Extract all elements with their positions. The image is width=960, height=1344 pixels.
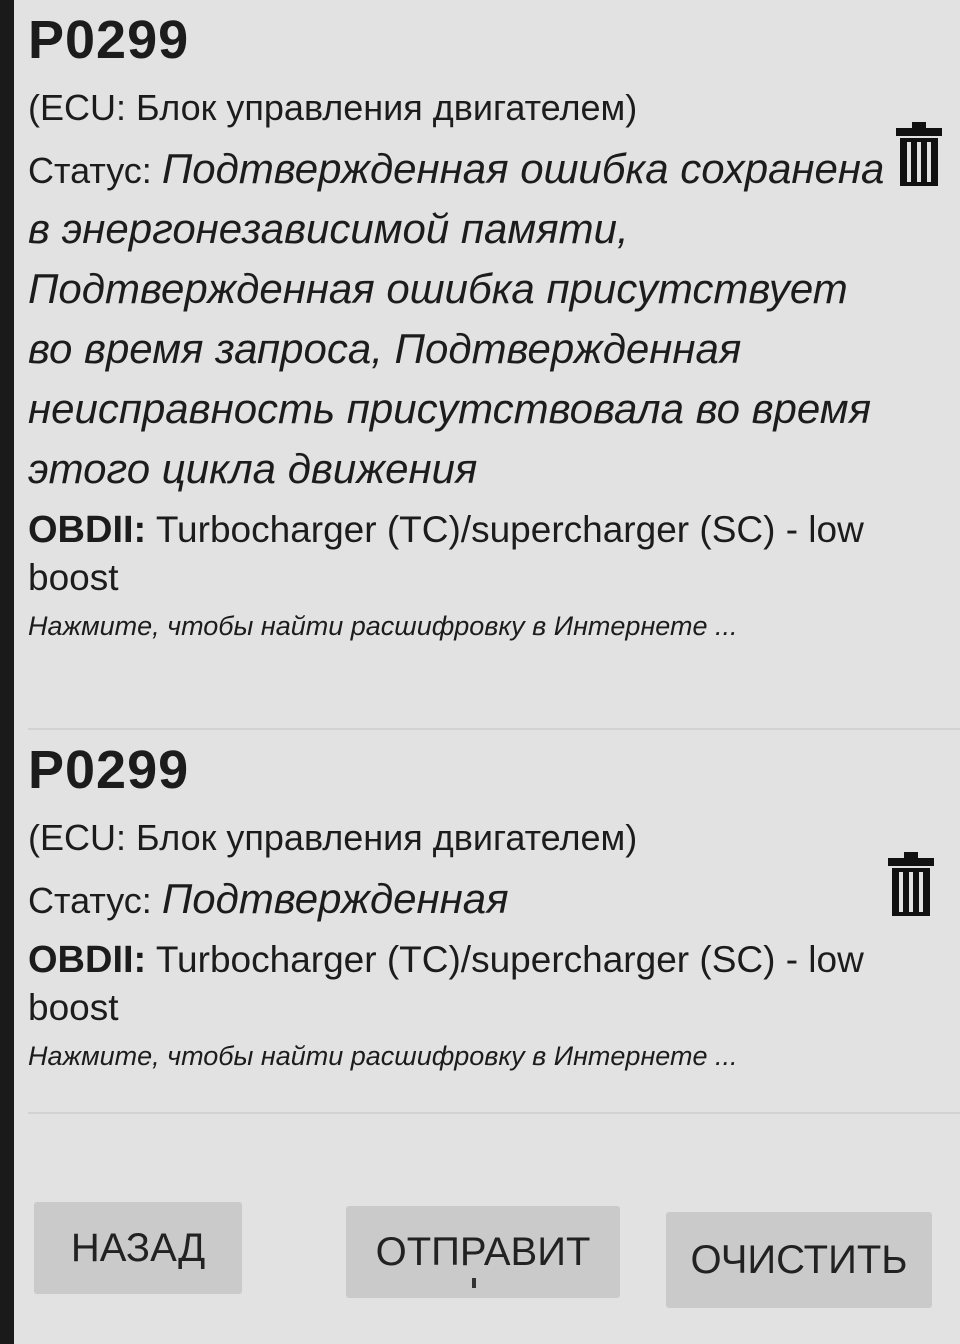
obd-text: Turbocharger (TC)/supercharger (SC) - lo…	[28, 939, 864, 1028]
obd-label: OBDII:	[28, 509, 147, 551]
status-value: Подтвержденная	[161, 875, 509, 922]
dtc-status: Статус: Подтвержденная	[28, 870, 888, 930]
search-online-hint[interactable]: Нажмите, чтобы найти расшифровку в Интер…	[28, 606, 888, 646]
status-value: Подтвержденная ошибка сохранена в энерго…	[28, 145, 885, 492]
back-button[interactable]: НАЗАД	[34, 1202, 242, 1294]
screen-bezel	[0, 0, 14, 1344]
dtc-code: P0299	[28, 740, 190, 800]
dtc-item[interactable]: P0299 (ECU: Блок управления двигателем) …	[28, 738, 888, 1076]
status-label: Статус:	[28, 880, 162, 921]
dtc-item[interactable]: P0299 (ECU: Блок управления двигателем) …	[28, 8, 888, 646]
status-label: Статус:	[28, 150, 162, 191]
clear-button[interactable]: ОЧИСТИТЬ	[666, 1212, 932, 1308]
dtc-status: Статус: Подтвержденная ошибка сохранена …	[28, 140, 888, 500]
dtc-obd-description: OBDII: Turbocharger (TC)/supercharger (S…	[28, 936, 888, 1032]
trash-icon[interactable]	[896, 122, 942, 186]
dtc-ecu: (ECU: Блок управления двигателем)	[28, 87, 638, 128]
dtc-obd-description: OBDII: Turbocharger (TC)/supercharger (S…	[28, 506, 888, 602]
dtc-ecu: (ECU: Блок управления двигателем)	[28, 817, 638, 858]
dtc-screen: P0299 (ECU: Блок управления двигателем) …	[14, 0, 960, 1344]
divider	[28, 728, 960, 730]
send-button-mark	[472, 1278, 476, 1288]
send-button[interactable]: ОТПРАВИТ	[346, 1206, 620, 1298]
obd-label: OBDII:	[28, 939, 147, 981]
trash-icon[interactable]	[888, 852, 934, 916]
obd-text: Turbocharger (TC)/supercharger (SC) - lo…	[28, 509, 864, 598]
divider	[28, 1112, 960, 1114]
dtc-code: P0299	[28, 10, 190, 70]
search-online-hint[interactable]: Нажмите, чтобы найти расшифровку в Интер…	[28, 1036, 888, 1076]
